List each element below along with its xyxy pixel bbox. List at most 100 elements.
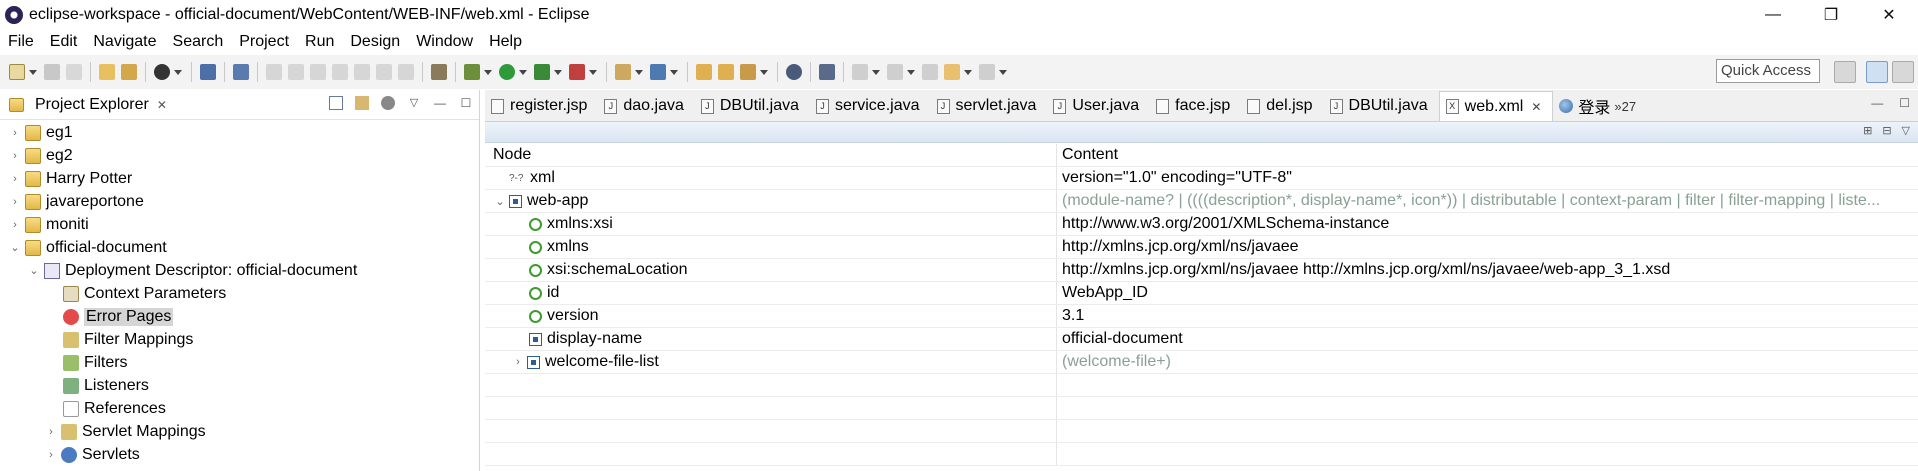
back-icon[interactable] <box>944 64 960 80</box>
toggle-mark-occurrences-icon[interactable] <box>819 64 835 80</box>
menu-edit[interactable]: Edit <box>42 33 86 51</box>
table-row[interactable]: ?-? xml version="1.0" encoding="UTF-8" <box>485 167 1918 190</box>
team-dropdown-icon[interactable] <box>174 69 182 75</box>
run-dropdown-icon[interactable] <box>519 69 527 75</box>
node-content[interactable]: (module-name? | ((((description*, displa… <box>1057 190 1918 212</box>
table-row[interactable]: xsi:schemaLocation http://xmlns.jcp.org/… <box>485 259 1918 282</box>
new-java-project-dropdown-icon[interactable] <box>635 69 643 75</box>
open-task-icon[interactable] <box>718 64 734 80</box>
save-icon[interactable] <box>44 64 60 80</box>
minimize-view-icon[interactable]: — <box>433 96 447 110</box>
open-type-icon[interactable] <box>99 64 115 80</box>
quick-access-input[interactable]: Quick Access <box>1716 59 1820 83</box>
external-tools-icon[interactable] <box>569 64 585 80</box>
previous-annotation-icon[interactable] <box>887 64 903 80</box>
node-content[interactable]: http://xmlns.jcp.org/xml/ns/javaee http:… <box>1057 259 1918 281</box>
open-folder-icon[interactable] <box>696 64 712 80</box>
new-icon[interactable] <box>9 64 25 80</box>
tree-item[interactable]: › eg2 <box>0 144 480 167</box>
new-java-project-icon[interactable] <box>615 64 631 80</box>
step-into-icon[interactable] <box>354 64 370 80</box>
table-row[interactable]: id WebApp_ID <box>485 282 1918 305</box>
debug-dropdown-icon[interactable] <box>484 69 492 75</box>
node-content[interactable]: official-document <box>1057 328 1918 350</box>
minimize-editor-icon[interactable]: — <box>1871 96 1883 110</box>
tree-item[interactable]: Error Pages <box>0 305 480 328</box>
maximize-editor-icon[interactable]: ☐ <box>1899 96 1910 110</box>
expand-all-icon[interactable]: ⊞ <box>1863 124 1872 137</box>
terminate-icon[interactable] <box>310 64 326 80</box>
forward-dropdown-icon[interactable] <box>999 69 1007 75</box>
tree-item[interactable]: Context Parameters <box>0 282 480 305</box>
tab-dbutil-java[interactable]: J DBUtil.java <box>695 91 810 121</box>
console-icon[interactable] <box>200 64 216 80</box>
node-content[interactable]: http://xmlns.jcp.org/xml/ns/javaee <box>1057 236 1918 258</box>
tab-register-jsp[interactable]: register.jsp <box>485 91 598 121</box>
menu-search[interactable]: Search <box>165 33 232 51</box>
design-menu-icon[interactable]: ▽ <box>1902 124 1910 137</box>
expand-arrow-icon[interactable]: › <box>8 173 22 185</box>
table-row[interactable]: xmlns http://xmlns.jcp.org/xml/ns/javaee <box>485 236 1918 259</box>
tab-service-java[interactable]: Jservice.java <box>810 91 930 121</box>
link-with-editor-icon[interactable] <box>355 96 369 110</box>
tab-face-jsp[interactable]: face.jsp <box>1150 91 1241 121</box>
expand-arrow-icon[interactable]: › <box>511 356 525 368</box>
node-column-header[interactable]: Node <box>485 144 1057 166</box>
java-ee-perspective-icon[interactable] <box>1866 61 1888 83</box>
browser-icon[interactable] <box>786 64 802 80</box>
tree-item[interactable]: References <box>0 397 480 420</box>
expand-arrow-icon[interactable]: › <box>44 449 58 461</box>
table-row[interactable]: version 3.1 <box>485 305 1918 328</box>
view-menu-icon[interactable]: ▽ <box>407 96 421 110</box>
menu-help[interactable]: Help <box>481 33 530 51</box>
node-content[interactable]: 3.1 <box>1057 305 1918 327</box>
external-tools-dropdown-icon[interactable] <box>589 69 597 75</box>
close-tab-icon[interactable]: ✕ <box>1531 100 1541 114</box>
step-return-icon[interactable] <box>398 64 414 80</box>
node-content[interactable]: (welcome-file+) <box>1057 351 1918 373</box>
close-button[interactable]: ✕ <box>1860 0 1918 30</box>
maximize-view-icon[interactable]: ☐ <box>459 96 473 110</box>
content-column-header[interactable]: Content <box>1057 144 1918 166</box>
close-view-icon[interactable]: ✕ <box>157 98 167 112</box>
last-edit-location-icon[interactable] <box>922 64 938 80</box>
menu-navigate[interactable]: Navigate <box>85 33 164 51</box>
menu-file[interactable]: File <box>0 33 42 51</box>
tab-web-xml[interactable]: Xweb.xml ✕ <box>1438 91 1554 121</box>
table-row[interactable]: xmlns:xsi http://www.w3.org/2001/XMLSche… <box>485 213 1918 236</box>
tree-item[interactable]: › moniti <box>0 213 480 236</box>
node-content[interactable]: WebApp_ID <box>1057 282 1918 304</box>
node-content[interactable]: version="1.0" encoding="UTF-8" <box>1057 167 1918 189</box>
table-row[interactable]: ⌄ web-app (module-name? | ((((description… <box>485 190 1918 213</box>
use-step-filters-icon[interactable] <box>431 64 447 80</box>
collapse-all-icon[interactable] <box>329 96 343 110</box>
menu-project[interactable]: Project <box>231 33 297 51</box>
tree-item[interactable]: Filter Mappings <box>0 328 480 351</box>
collapse-all-icon[interactable]: ⊟ <box>1882 124 1891 137</box>
menu-design[interactable]: Design <box>342 33 408 51</box>
tab-user-java[interactable]: J User.java <box>1047 91 1150 121</box>
disconnect-icon[interactable] <box>332 64 348 80</box>
tree-item[interactable]: › Harry Potter <box>0 167 480 190</box>
search-tool-icon[interactable] <box>740 64 756 80</box>
tree-item[interactable]: Filters <box>0 351 480 374</box>
collapse-arrow-icon[interactable]: ⌄ <box>8 241 22 254</box>
table-row[interactable]: display-name official-document <box>485 328 1918 351</box>
tab-dbutil-java-2[interactable]: J DBUtil.java <box>1324 91 1439 121</box>
filters-icon[interactable] <box>381 96 395 110</box>
collapse-arrow-icon[interactable]: ⌄ <box>493 195 507 208</box>
search-dropdown-icon[interactable] <box>760 69 768 75</box>
tree-item[interactable]: ⌄ Deployment Descriptor: official-documen… <box>0 259 480 282</box>
expand-arrow-icon[interactable]: › <box>8 196 22 208</box>
resume-icon[interactable] <box>266 64 282 80</box>
suspend-icon[interactable] <box>288 64 304 80</box>
tree-item[interactable]: ⌄ official-document <box>0 236 480 259</box>
open-resource-icon[interactable] <box>121 64 137 80</box>
expand-arrow-icon[interactable]: › <box>8 219 22 231</box>
coverage-dropdown-icon[interactable] <box>554 69 562 75</box>
project-explorer-title[interactable]: Project Explorer <box>35 96 149 114</box>
table-row[interactable]: › welcome-file-list (welcome-file+) <box>485 351 1918 374</box>
back-dropdown-icon[interactable] <box>964 69 972 75</box>
run-icon[interactable] <box>499 64 515 80</box>
minimize-button[interactable]: — <box>1744 0 1802 30</box>
